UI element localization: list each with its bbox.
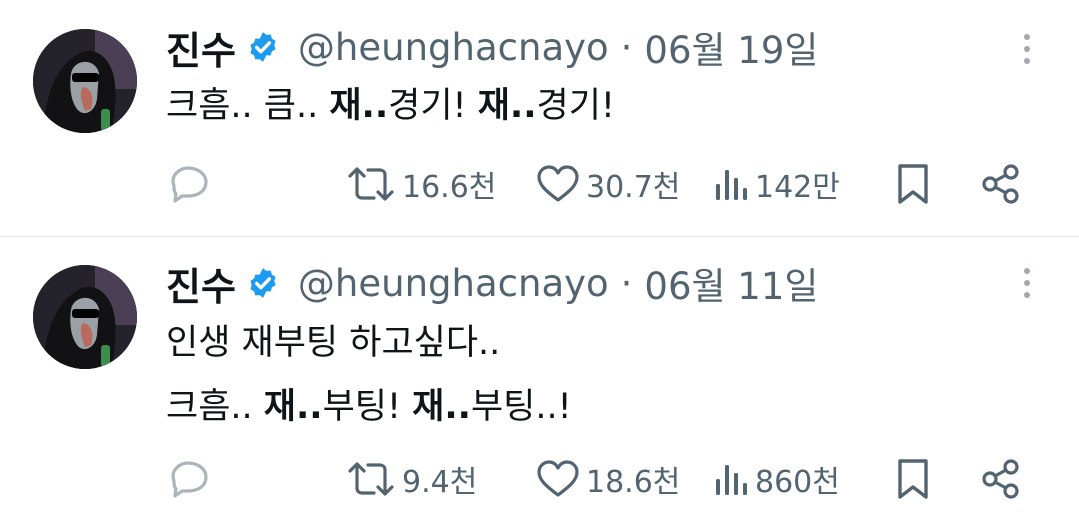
- share-button[interactable]: [980, 158, 1022, 210]
- tweet-header: 진수 @heunghacnayo · 06월 11일: [166, 256, 818, 311]
- text-segment-bold: 재..: [329, 86, 389, 126]
- retweet-count: 16.6천: [402, 170, 497, 205]
- views-button[interactable]: 860천: [713, 453, 840, 505]
- bookmark-button[interactable]: [893, 158, 933, 210]
- text-segment: 부팅..!: [470, 387, 572, 427]
- bookmark-icon: [898, 459, 928, 499]
- share-icon: [982, 459, 1019, 499]
- views-icon: [716, 465, 747, 495]
- author-name[interactable]: 진수: [166, 20, 236, 75]
- retweet-count: 9.4천: [402, 465, 478, 500]
- text-segment: 크흠.. 큼..: [166, 86, 330, 126]
- tweet-date[interactable]: 06월 11일: [644, 256, 818, 310]
- text-segment: 경기!: [536, 86, 615, 126]
- retweet-button[interactable]: 9.4천: [346, 453, 477, 505]
- views-count: 142만: [755, 170, 840, 205]
- tweet-text: 크흠.. 큼.. 재..경기! 재..경기!: [166, 74, 615, 138]
- text-segment: 인생 재부팅 하고싶다..: [166, 323, 501, 363]
- reply-icon: [171, 461, 208, 498]
- reply-icon: [171, 166, 208, 203]
- tweet-text: 인생 재부팅 하고싶다.. 크흠.. 재..부팅! 재..부팅..!: [166, 311, 572, 439]
- tweet-header: 진수 @heunghacnayo · 06월 19일: [166, 20, 818, 75]
- heart-icon: [537, 460, 579, 497]
- author-name[interactable]: 진수: [166, 256, 236, 311]
- avatar[interactable]: [33, 265, 137, 369]
- share-button[interactable]: [980, 453, 1022, 505]
- reply-button[interactable]: [166, 453, 210, 505]
- text-segment: 경기!: [388, 86, 478, 126]
- share-icon: [982, 164, 1019, 204]
- like-button[interactable]: 30.7천: [536, 158, 680, 210]
- text-segment-bold: 재..: [263, 387, 323, 427]
- reply-button[interactable]: [166, 158, 210, 210]
- bookmark-button[interactable]: [893, 453, 933, 505]
- like-button[interactable]: 18.6천: [536, 453, 680, 505]
- views-icon: [716, 170, 747, 200]
- avatar-image: [33, 29, 137, 133]
- bookmark-icon: [898, 164, 928, 204]
- timeline-feed: 진수 @heunghacnayo · 06월 19일 크흠.. 큼.. 재..경…: [0, 0, 1079, 523]
- author-handle[interactable]: @heunghacnayo: [298, 262, 609, 305]
- separator-dot: ·: [620, 261, 633, 305]
- text-line: 크흠.. 재..부팅! 재..부팅..!: [166, 375, 572, 439]
- text-segment-bold: 재..: [477, 86, 537, 126]
- retweet-icon: [348, 462, 394, 496]
- retweet-icon: [348, 167, 394, 201]
- views-count: 860천: [755, 465, 840, 500]
- like-count: 18.6천: [586, 465, 681, 500]
- avatar-image: [33, 265, 137, 369]
- tweet-date[interactable]: 06월 19일: [644, 20, 818, 74]
- retweet-button[interactable]: 16.6천: [346, 158, 496, 210]
- heart-icon: [537, 165, 579, 202]
- text-segment: 크흠..: [166, 387, 264, 427]
- verified-badge-icon: [250, 268, 276, 298]
- views-button[interactable]: 142만: [713, 158, 840, 210]
- more-vertical-icon[interactable]: [1013, 265, 1041, 301]
- tweet[interactable]: 진수 @heunghacnayo · 06월 11일 인생 재부팅 하고싶다..…: [0, 237, 1079, 523]
- text-line: 인생 재부팅 하고싶다..: [166, 311, 572, 375]
- like-count: 30.7천: [586, 170, 681, 205]
- verified-badge-icon: [250, 32, 276, 62]
- tweet[interactable]: 진수 @heunghacnayo · 06월 19일 크흠.. 큼.. 재..경…: [0, 0, 1079, 237]
- action-bar: 9.4천 18.6천 860천: [0, 453, 1079, 505]
- text-segment: 부팅!: [322, 387, 413, 427]
- text-segment-bold: 재..: [412, 387, 471, 427]
- action-bar: 16.6천 30.7천 142만: [0, 158, 1079, 210]
- more-vertical-icon[interactable]: [1013, 31, 1041, 67]
- avatar[interactable]: [33, 29, 137, 133]
- separator-dot: ·: [620, 25, 633, 69]
- author-handle[interactable]: @heunghacnayo: [298, 26, 609, 69]
- text-line: 크흠.. 큼.. 재..경기! 재..경기!: [166, 74, 615, 138]
